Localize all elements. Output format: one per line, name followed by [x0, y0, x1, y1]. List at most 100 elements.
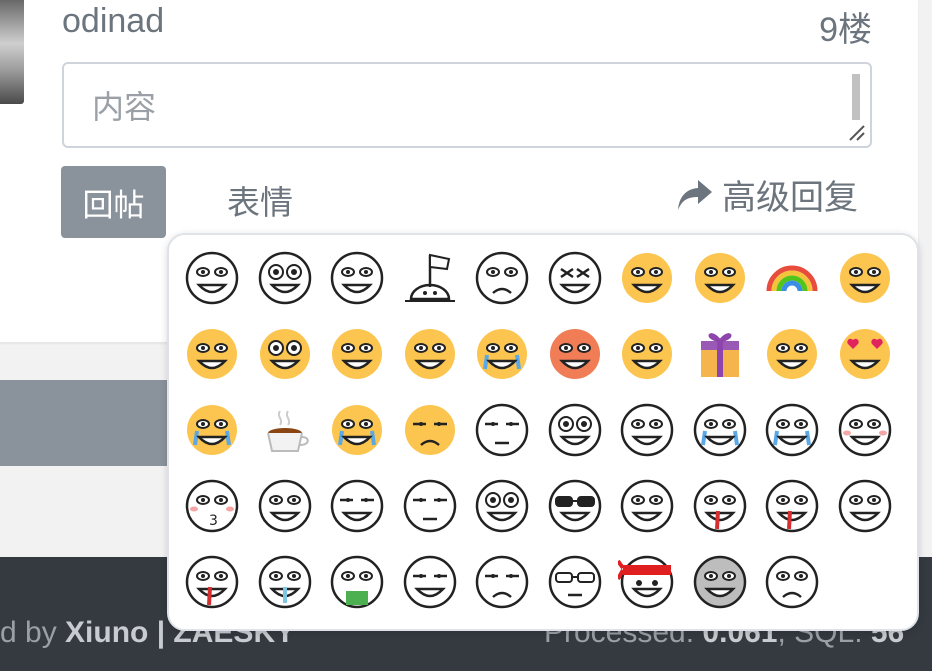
- round-eyes-icon: [258, 251, 311, 305]
- advanced-reply-label: 高级回复: [722, 179, 858, 217]
- nosebleed-icon: [765, 479, 819, 533]
- emoji-cry-tears[interactable]: [691, 401, 749, 459]
- smile-yellow-2-icon: [622, 329, 672, 379]
- emoji-grin[interactable]: [183, 249, 241, 307]
- smile-icon: [330, 251, 384, 305]
- puppy-eyes-icon: [259, 329, 310, 379]
- hmm-icon: [475, 555, 529, 609]
- smug-icon: [330, 479, 384, 533]
- emoji-sly[interactable]: [401, 553, 459, 611]
- headband-icon: [618, 555, 674, 609]
- emoji-rainbow[interactable]: [763, 249, 821, 307]
- emoji-sneeze-yellow[interactable]: [691, 249, 749, 307]
- emoji-snot[interactable]: [256, 553, 314, 611]
- emoji-frown[interactable]: [473, 249, 531, 307]
- crying-yellow-icon: [477, 329, 527, 379]
- vomit-icon: [330, 555, 384, 609]
- gray-face-icon: [693, 555, 746, 609]
- frown-icon: [475, 251, 529, 305]
- username[interactable]: odinad: [62, 2, 164, 41]
- goggle-eyes-icon: [548, 403, 601, 457]
- emoji-gift-box[interactable]: [691, 325, 749, 383]
- emoji-fear-yellow[interactable]: [328, 401, 386, 459]
- question-yellow-icon: [767, 329, 817, 379]
- emoji-laugh-tears[interactable]: [763, 401, 821, 459]
- emoji-sad[interactable]: [763, 553, 821, 611]
- cry-tears-icon: [693, 403, 746, 457]
- reply-textarea[interactable]: 内容: [62, 62, 872, 148]
- emoji-toothy-grin[interactable]: [618, 401, 676, 459]
- emoji-neutral[interactable]: [473, 401, 531, 459]
- toothy-grin-icon: [620, 403, 674, 457]
- reply-submit-button[interactable]: 回帖: [61, 166, 166, 238]
- emoji-rainbow-vomit[interactable]: [836, 249, 894, 307]
- emoji-gray-face[interactable]: [691, 553, 749, 611]
- emoji-kiss[interactable]: 3: [183, 477, 241, 535]
- emoji-coffee-cup[interactable]: [256, 401, 314, 459]
- emoji-nosebleed[interactable]: [763, 477, 821, 535]
- smirk-orange-icon: [549, 329, 600, 379]
- coffee-cup-icon: [266, 410, 309, 452]
- emoji-bleeding-heart[interactable]: [691, 477, 749, 535]
- emoji-heart-eyes[interactable]: [836, 325, 894, 383]
- glasses-icon: [548, 555, 601, 609]
- emoji-heart-hand[interactable]: [618, 477, 676, 535]
- emoji-headband[interactable]: [618, 553, 676, 611]
- emoji-sunglasses[interactable]: [546, 477, 604, 535]
- svg-text:3: 3: [209, 513, 218, 529]
- sneeze-yellow-icon: [694, 253, 745, 303]
- emoji-question-yellow[interactable]: [763, 325, 821, 383]
- sad-tears-yellow-icon: [187, 405, 237, 455]
- smile-yellow-icon: [187, 329, 237, 379]
- emoji-hmm[interactable]: [473, 553, 531, 611]
- sunglasses-icon: [548, 479, 601, 533]
- emoji-sweat-grin[interactable]: [256, 477, 314, 535]
- heart-hand-icon: [620, 479, 674, 533]
- emoji-goggle-eyes[interactable]: [546, 401, 604, 459]
- bleeding-heart-icon: [693, 479, 746, 533]
- emoji-x-eyes[interactable]: [546, 249, 604, 307]
- emoji-blush[interactable]: [836, 401, 894, 459]
- neutral-icon: [475, 403, 529, 457]
- fear-yellow-icon: [332, 405, 382, 455]
- emoji-sad-tears-yellow[interactable]: [183, 401, 241, 459]
- emoji-bored[interactable]: [401, 477, 459, 535]
- emoji-puppy-eyes[interactable]: [256, 325, 314, 383]
- bored-icon: [403, 479, 456, 533]
- emoji-smile-yellow-2[interactable]: [618, 325, 676, 383]
- shy-yellow-icon: [332, 329, 382, 379]
- emoji-smile-yellow[interactable]: [183, 325, 241, 383]
- grin-icon: [185, 251, 239, 305]
- emoji-bleeding-nose[interactable]: [183, 553, 241, 611]
- emoji-unamused-yellow[interactable]: [401, 401, 459, 459]
- emoji-round-eyes[interactable]: [256, 249, 314, 307]
- x-eyes-icon: [548, 251, 601, 305]
- shocked-icon: [475, 479, 529, 533]
- emoji-glasses[interactable]: [546, 553, 604, 611]
- floor-number: 9楼: [819, 11, 872, 49]
- emoji-toggle[interactable]: 表情: [227, 176, 293, 224]
- bleeding-nose-icon: [185, 555, 239, 609]
- emoji-smile[interactable]: [328, 249, 386, 307]
- advanced-reply-link[interactable]: 高级回复: [676, 170, 858, 219]
- emoji-shocked[interactable]: [473, 477, 531, 535]
- avatar[interactable]: [0, 0, 24, 104]
- textarea-scrollbar[interactable]: [852, 74, 860, 120]
- footer-prefix: d by: [0, 616, 66, 649]
- sad-icon: [765, 555, 819, 609]
- drool-icon: [838, 479, 891, 533]
- emoji-white-flag[interactable]: [401, 249, 459, 307]
- snot-icon: [258, 555, 311, 609]
- emoji-vomit[interactable]: [328, 553, 386, 611]
- emoji-smirk-orange[interactable]: [546, 325, 604, 383]
- blush-icon: [838, 403, 891, 457]
- sweat-yellow-icon: [404, 329, 455, 379]
- resize-handle-icon[interactable]: [846, 122, 866, 142]
- emoji-sweat-yellow[interactable]: [401, 325, 459, 383]
- emoji-crying-yellow[interactable]: [473, 325, 531, 383]
- white-flag-icon: [404, 253, 455, 302]
- emoji-squint-yellow[interactable]: [618, 249, 676, 307]
- emoji-drool[interactable]: [836, 477, 894, 535]
- emoji-smug[interactable]: [328, 477, 386, 535]
- emoji-shy-yellow[interactable]: [328, 325, 386, 383]
